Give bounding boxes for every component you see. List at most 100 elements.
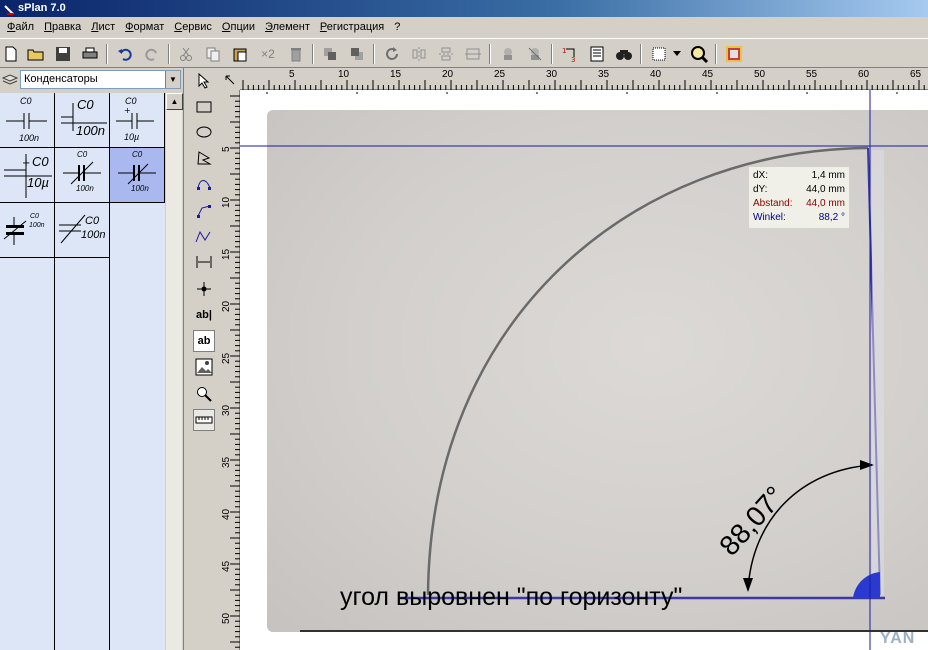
zoom-icon[interactable] bbox=[688, 43, 710, 65]
menu-service[interactable]: Сервис bbox=[169, 17, 217, 37]
to-back-icon[interactable] bbox=[346, 43, 368, 65]
measurement-tooltip: dX: 1,4 mm dY: 44,0 mm Abstand: 44,0 mm … bbox=[749, 167, 849, 228]
duplicate-x2-button[interactable]: ×2 bbox=[256, 43, 280, 65]
menu-file[interactable]: Файл bbox=[2, 17, 39, 37]
find-binoculars-icon[interactable] bbox=[613, 43, 635, 65]
part-variable-capacitor-1[interactable]: C0 100n bbox=[0, 203, 55, 258]
menu-options[interactable]: Опции bbox=[217, 17, 260, 37]
menu-element[interactable]: Элемент bbox=[260, 17, 315, 37]
select-arrow-icon[interactable] bbox=[193, 70, 215, 92]
print-icon[interactable] bbox=[79, 43, 101, 65]
library-selected-value: Конденсаторы bbox=[24, 73, 98, 85]
library-books-icon bbox=[0, 70, 20, 89]
cut-icon[interactable] bbox=[175, 43, 197, 65]
group-icon[interactable] bbox=[497, 43, 519, 65]
delete-icon[interactable] bbox=[285, 43, 307, 65]
ruler-label: 50 bbox=[754, 69, 766, 80]
menu-edit[interactable]: Правка bbox=[39, 17, 86, 37]
zoom-tool-icon[interactable] bbox=[193, 383, 215, 405]
part-variable-capacitor-2[interactable]: C0 100n bbox=[55, 203, 110, 258]
angle-value: 88,2 ° bbox=[818, 212, 845, 223]
part-capacitor-2[interactable]: C0 100n bbox=[55, 93, 110, 148]
numbering-icon[interactable]: 13 bbox=[559, 43, 581, 65]
toolbar-separator bbox=[551, 44, 553, 64]
polyline-tool-icon[interactable] bbox=[193, 225, 215, 247]
menu-registration[interactable]: Регистрация bbox=[315, 17, 389, 37]
part-trimmer-capacitor-2[interactable]: C0 100n bbox=[110, 148, 165, 203]
copy-icon[interactable] bbox=[202, 43, 224, 65]
drawing-canvas[interactable]: 5 10 15 20 25 30 35 40 45 50 55 60 65 5 … bbox=[218, 68, 928, 650]
ruler-vertical[interactable]: 5 10 15 20 25 30 35 40 45 50 bbox=[218, 90, 240, 650]
grid-dropdown-icon[interactable] bbox=[670, 43, 684, 65]
part-label-top: C0 bbox=[20, 96, 32, 106]
dx-value: 1,4 mm bbox=[811, 170, 845, 181]
menu-help[interactable]: ? bbox=[389, 17, 405, 37]
ruler-label: 45 bbox=[221, 560, 232, 572]
library-combobox[interactable]: Конденсаторы ▼ bbox=[20, 70, 181, 89]
menu-format[interactable]: Формат bbox=[120, 17, 169, 37]
sheet-page[interactable]: 88,07° угол выровнен "по горизонту" YAN … bbox=[240, 90, 928, 650]
ungroup-icon[interactable] bbox=[524, 43, 546, 65]
line-tool-icon[interactable] bbox=[193, 199, 215, 221]
mirror-horizontal-icon[interactable] bbox=[408, 43, 430, 65]
redo-icon[interactable] bbox=[141, 43, 163, 65]
align-icon[interactable] bbox=[462, 43, 484, 65]
image-tool-icon[interactable] bbox=[193, 356, 215, 378]
mirror-vertical-icon[interactable] bbox=[435, 43, 457, 65]
toolbar-separator bbox=[640, 44, 642, 64]
new-file-icon[interactable] bbox=[0, 43, 22, 65]
toolbar-separator bbox=[489, 44, 491, 64]
app-icon bbox=[4, 4, 14, 15]
open-folder-icon[interactable] bbox=[25, 43, 47, 65]
to-front-icon[interactable] bbox=[319, 43, 341, 65]
chevron-down-icon[interactable]: ▼ bbox=[165, 71, 180, 88]
part-label-top: C0 bbox=[77, 150, 88, 159]
textbox-tool-button[interactable]: ab bbox=[193, 330, 215, 352]
ellipse-tool-icon[interactable] bbox=[193, 121, 215, 143]
text-tool-button[interactable]: ab| bbox=[193, 304, 215, 326]
save-icon[interactable] bbox=[52, 43, 74, 65]
part-label-top: C0 bbox=[85, 215, 100, 227]
caption-text[interactable]: угол выровнен "по горизонту" bbox=[340, 583, 682, 612]
sheet-settings-icon[interactable] bbox=[723, 43, 745, 65]
ruler-label: 35 bbox=[598, 69, 610, 80]
part-label-bottom: 100n bbox=[131, 184, 149, 193]
measure-tool-icon[interactable] bbox=[193, 409, 215, 431]
part-capacitor-3[interactable]: + C0 10µ bbox=[110, 93, 165, 148]
grid-divider bbox=[54, 258, 55, 650]
ruler-corner[interactable] bbox=[218, 68, 240, 90]
svg-text:3: 3 bbox=[571, 56, 575, 63]
paste-icon[interactable] bbox=[229, 43, 251, 65]
arrow-head-icon bbox=[860, 460, 874, 470]
parts-list-icon[interactable] bbox=[586, 43, 608, 65]
parts-grid: C0 100n C0 100n + C0 10µ + C0 10µ C0 100… bbox=[0, 93, 165, 650]
parts-scrollbar[interactable]: ▲ bbox=[165, 93, 183, 650]
scroll-up-icon[interactable]: ▲ bbox=[166, 93, 183, 110]
dimension-tool-icon[interactable] bbox=[193, 251, 215, 273]
rectangle-tool-icon[interactable] bbox=[193, 96, 215, 118]
polygon-tool-icon[interactable] bbox=[193, 147, 215, 169]
svg-text:1: 1 bbox=[562, 47, 566, 55]
distance-value: 44,0 mm bbox=[806, 198, 845, 209]
bezier-tool-icon[interactable] bbox=[193, 173, 215, 195]
toolbar-separator bbox=[715, 44, 717, 64]
dy-label: dY: bbox=[753, 184, 768, 195]
part-label-bottom: 10µ bbox=[27, 175, 49, 190]
rotate-icon[interactable] bbox=[381, 43, 403, 65]
toolbar-separator bbox=[373, 44, 375, 64]
window-title: sPlan 7.0 bbox=[18, 2, 66, 14]
undo-icon[interactable] bbox=[114, 43, 136, 65]
ruler-label: 60 bbox=[858, 69, 870, 80]
angle-label: Winkel: bbox=[753, 212, 786, 223]
grid-icon[interactable] bbox=[648, 43, 670, 65]
part-trimmer-capacitor-1[interactable]: C0 100n bbox=[55, 148, 110, 203]
menu-bar: Файл Правка Лист Формат Сервис Опции Эле… bbox=[0, 17, 928, 37]
part-label-bottom: 100n bbox=[76, 184, 94, 193]
part-capacitor-1[interactable]: C0 100n bbox=[0, 93, 55, 148]
ruler-horizontal[interactable]: 5 10 15 20 25 30 35 40 45 50 55 60 65 bbox=[240, 68, 928, 90]
part-capacitor-4[interactable]: + C0 10µ bbox=[0, 148, 55, 203]
ruler-label: 20 bbox=[442, 69, 454, 80]
menu-sheet[interactable]: Лист bbox=[86, 17, 120, 37]
junction-tool-icon[interactable] bbox=[193, 278, 215, 300]
measure-distance-row: Abstand: 44,0 mm bbox=[753, 197, 845, 211]
